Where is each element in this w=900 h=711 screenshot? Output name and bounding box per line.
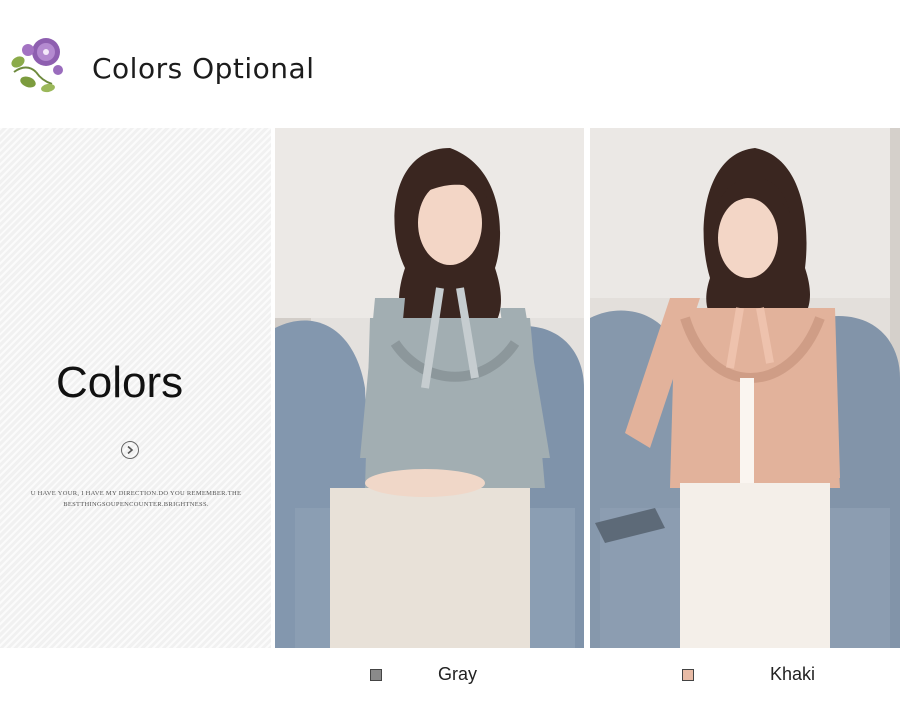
chevron-right-circle-icon[interactable] [121, 441, 139, 459]
khaki-swatch [682, 669, 694, 681]
side-panel-title: Colors [56, 358, 184, 407]
tagline-line-2: BESTTHINGSOUPENCOUNTER.BRIGHTNESS. [63, 501, 209, 508]
product-photo-khaki [590, 128, 900, 648]
color-label-gray: Gray [438, 664, 478, 684]
product-photo-gray [275, 128, 584, 648]
tagline-line-1: U HAVE YOUR, I HAVE MY DIRECTION.DO YOU … [30, 490, 242, 497]
gray-swatch [370, 669, 382, 681]
color-label-khaki: Khaki [770, 664, 816, 684]
tagline: U HAVE YOUR, I HAVE MY DIRECTION.DO YOU … [20, 488, 252, 510]
page-title: Colors Optional [92, 52, 315, 85]
color-swatch-gray[interactable]: Gray [360, 660, 540, 690]
colors-side-panel: Colors U HAVE YOUR, I HAVE MY DIRECTION.… [0, 128, 271, 648]
color-swatch-khaki[interactable]: Khaki [672, 660, 852, 690]
morning-glory-flower-icon [11, 38, 63, 93]
chevron-right-icon [127, 445, 134, 455]
header: Colors Optional [0, 0, 900, 120]
